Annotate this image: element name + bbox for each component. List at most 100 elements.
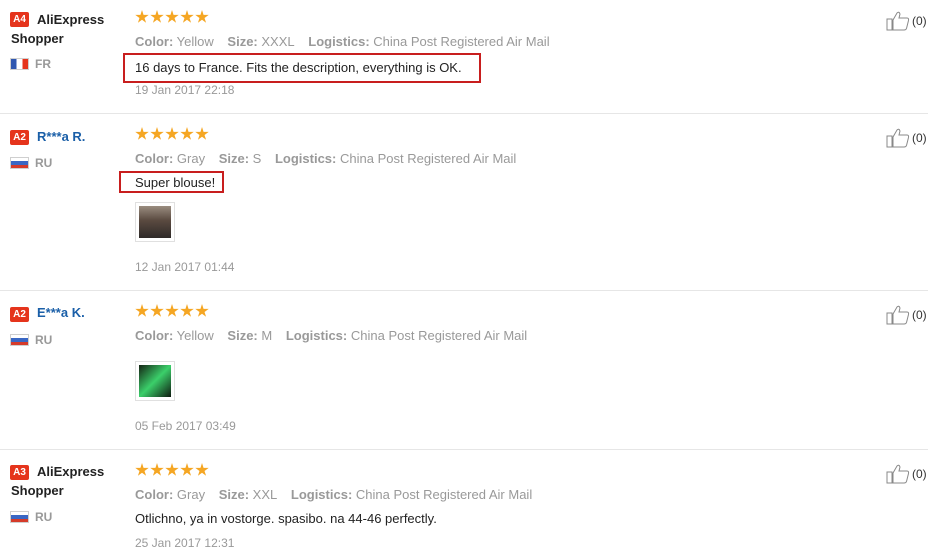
buyer-country: RU [10, 155, 52, 171]
order-attributes: Color: Gray Size: S Logistics: China Pos… [135, 151, 526, 167]
flag-ru-icon [10, 511, 29, 523]
buyer-level-badge: A4 [10, 12, 29, 27]
size-value: XXXL [261, 34, 295, 49]
buyer-level-badge: A2 [10, 130, 29, 145]
review-date: 19 Jan 2017 22:18 [135, 83, 235, 97]
logistics-value: China Post Registered Air Mail [340, 151, 517, 166]
thumbs-up-icon [886, 464, 910, 484]
review-item: A2 E***a K. RU Color: Yellow Size: M Log… [0, 291, 940, 449]
thumbs-up-icon [886, 305, 910, 325]
buyer-name[interactable]: R***a R. [37, 127, 85, 147]
star-icon [135, 463, 149, 476]
color-value: Yellow [176, 34, 214, 49]
country-code: RU [35, 156, 53, 170]
review-photo [139, 365, 171, 397]
like-button[interactable]: (0) [886, 11, 927, 31]
color-value: Gray [176, 487, 206, 502]
color-value: Yellow [176, 328, 214, 343]
review-text: Super blouse! [135, 175, 216, 190]
size-value: S [252, 151, 262, 166]
star-icon [180, 463, 194, 476]
color-label: Color: [135, 487, 174, 502]
logistics-value: China Post Registered Air Mail [355, 487, 533, 502]
buyer-level-badge: A2 [10, 307, 29, 322]
thumbs-up-icon [886, 11, 910, 31]
size-label: Size: [227, 34, 258, 49]
order-attributes: Color: Gray Size: XXL Logistics: China P… [135, 487, 542, 503]
review-photo-thumbnail[interactable] [135, 202, 175, 242]
country-code: FR [35, 57, 51, 71]
color-label: Color: [135, 151, 174, 166]
star-icon [180, 10, 194, 23]
star-rating [135, 127, 210, 145]
review-item: A3 AliExpress Shopper RU Color: Gray Siz… [0, 450, 940, 553]
buyer-name-line1: AliExpress [37, 464, 105, 479]
buyer-name-line1: AliExpress [37, 12, 105, 27]
star-icon [135, 304, 149, 317]
like-count: (0) [912, 467, 927, 481]
star-icon [195, 10, 209, 23]
star-icon [180, 127, 194, 140]
buyer-country: RU [10, 509, 52, 525]
star-icon [150, 10, 164, 23]
flag-ru-icon [10, 334, 29, 346]
thumbs-up-icon [886, 128, 910, 148]
star-icon [165, 463, 179, 476]
size-label: Size: [227, 328, 258, 343]
buyer-level-badge: A3 [10, 465, 29, 480]
like-count: (0) [912, 14, 927, 28]
logistics-label: Logistics: [308, 34, 370, 49]
star-rating [135, 463, 210, 481]
like-count: (0) [912, 308, 927, 322]
color-value: Gray [176, 151, 206, 166]
buyer-country: FR [10, 56, 51, 72]
star-icon [150, 304, 164, 317]
buyer-name-line2: Shopper [11, 483, 64, 498]
size-value: XXL [252, 487, 278, 502]
size-label: Size: [218, 151, 250, 166]
review-text: Otlichno, ya in vostorge. spasibo. na 44… [135, 511, 437, 526]
size-value: M [261, 328, 273, 343]
review-photo-thumbnail[interactable] [135, 361, 175, 401]
buyer-name: AliExpress [37, 10, 104, 30]
like-button[interactable]: (0) [886, 128, 927, 148]
flag-fr-icon [10, 58, 29, 70]
logistics-value: China Post Registered Air Mail [373, 34, 550, 49]
star-icon [135, 127, 149, 140]
star-rating [135, 10, 210, 28]
review-date: 05 Feb 2017 03:49 [135, 419, 236, 433]
star-rating [135, 304, 210, 322]
buyer-name-line2: Shopper [11, 31, 64, 46]
like-button[interactable]: (0) [886, 464, 927, 484]
buyer-name[interactable]: E***a K. [37, 303, 85, 323]
buyer-country: RU [10, 332, 52, 348]
star-icon [165, 304, 179, 317]
like-button[interactable]: (0) [886, 305, 927, 325]
size-label: Size: [218, 487, 250, 502]
logistics-label: Logistics: [274, 151, 337, 166]
country-code: RU [35, 510, 53, 524]
review-item: A4 AliExpress Shopper FR Color: Yellow S… [0, 0, 940, 113]
star-icon [195, 127, 209, 140]
color-label: Color: [135, 34, 174, 49]
star-icon [135, 10, 149, 23]
star-icon [195, 463, 209, 476]
logistics-label: Logistics: [285, 328, 348, 343]
review-item: A2 R***a R. RU Color: Gray Size: S Logis… [0, 114, 940, 290]
star-icon [150, 127, 164, 140]
review-date: 12 Jan 2017 01:44 [135, 260, 235, 274]
logistics-label: Logistics: [290, 487, 353, 502]
star-icon [165, 10, 179, 23]
order-attributes: Color: Yellow Size: M Logistics: China P… [135, 328, 537, 344]
review-text: 16 days to France. Fits the description,… [135, 60, 462, 75]
country-code: RU [35, 333, 53, 347]
color-label: Color: [135, 328, 174, 343]
star-icon [165, 127, 179, 140]
order-attributes: Color: Yellow Size: XXXL Logistics: Chin… [135, 34, 560, 50]
review-date: 25 Jan 2017 12:31 [135, 536, 235, 550]
flag-ru-icon [10, 157, 29, 169]
review-photo [139, 206, 171, 238]
buyer-name: AliExpress [37, 462, 104, 482]
like-count: (0) [912, 131, 927, 145]
star-icon [150, 463, 164, 476]
